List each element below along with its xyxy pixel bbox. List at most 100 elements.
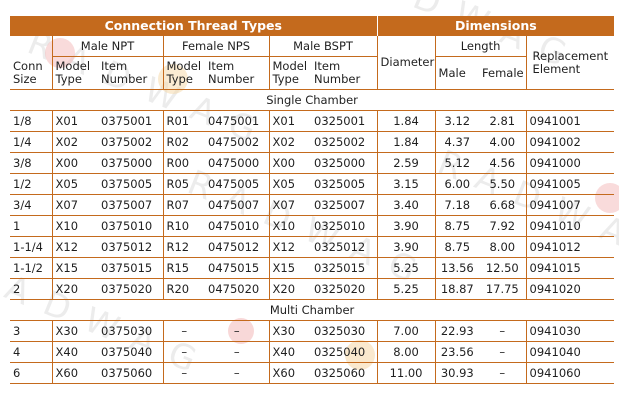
cell-male-npt-item-number: 0375015 [98, 257, 163, 279]
subheader-male-bspt: Male BSPT [268, 36, 378, 57]
cell-male-npt-item-number: 0375000 [98, 152, 163, 174]
cell-diameter: 1.84 [376, 110, 436, 132]
cell-male-bspt-model-type: X20 [268, 278, 311, 300]
cell-male-bspt-item-number: 0325060 [311, 362, 378, 384]
cell-male-npt-item-number: 0375001 [98, 110, 163, 132]
cell-replacement-element: 0941005 [525, 173, 615, 195]
cell-female-nps-model-type: R00 [162, 152, 205, 174]
cell-replacement-element: 0941001 [525, 110, 615, 132]
cell-male-bspt-model-type: X00 [268, 152, 311, 174]
cell-male-npt-model-type: X10 [51, 215, 98, 237]
table-row: 3/4 X07 0375007 R07 0475007 X07 0325007 3.40 7.1… [10, 194, 615, 216]
product-spec-table-container: Connection Thread Types Dimensions Male … [10, 16, 615, 384]
cell-length-female: 4.56 [479, 152, 527, 174]
cell-female-nps-model-type: – [162, 362, 205, 384]
column-male-bspt-item-number: Item Number [314, 59, 361, 86]
cell-replacement-element: 0941020 [525, 278, 615, 300]
cell-male-npt-item-number: 0375002 [98, 131, 163, 153]
table-row: 4 X40 0375040– – X40 0325040 8.00 23.56–0941040 [10, 341, 615, 363]
cell-replacement-element: 0941007 [525, 194, 615, 216]
table-row: 1-1/2 X15 0375015 R15 0475015 X15 0325015 5.25 1… [10, 257, 615, 279]
cell-length-male: 30.93 [434, 362, 480, 384]
cell-length-female: 6.68 [479, 194, 527, 216]
cell-length-male: 6.00 [434, 173, 480, 195]
cell-length-female: – [479, 341, 527, 363]
column-conn-size: Conn Size [13, 59, 43, 86]
cell-female-nps-model-type: R02 [162, 131, 205, 153]
column-length-male: Male [434, 56, 480, 90]
cell-diameter: 7.00 [376, 320, 436, 342]
cell-male-npt-item-number: 0375005 [98, 173, 163, 195]
cell-conn-size: 1/2 [10, 173, 52, 195]
cell-length-male: 23.56 [434, 341, 480, 363]
cell-male-npt-model-type: X00 [51, 152, 98, 174]
cell-male-npt-model-type: X15 [51, 257, 98, 279]
cell-female-nps-item-number: 0475001 [205, 110, 269, 132]
cell-replacement-element: 0941040 [525, 341, 615, 363]
cell-length-female: 17.75 [479, 278, 527, 300]
cell-male-bspt-model-type: X10 [268, 215, 311, 237]
table-row: 3/8 X00 0375000 R00 0475000 X00 0325000 2.59 5.1… [10, 152, 615, 174]
cell-female-nps-item-number: – [205, 341, 269, 363]
cell-male-npt-model-type: X40 [51, 341, 98, 363]
column-female-nps-model-type: Model Type [162, 56, 205, 90]
cell-female-nps-model-type: R01 [162, 110, 205, 132]
cell-female-nps-model-type: R07 [162, 194, 205, 216]
cell-replacement-element: 0941002 [525, 131, 615, 153]
cell-male-npt-model-type: X12 [51, 236, 98, 258]
cell-length-male: 8.75 [434, 236, 480, 258]
cell-male-npt-model-type: X02 [51, 131, 98, 153]
conn-size-spacer [10, 36, 52, 57]
table-row: 1/8 X01 0375001 R01 0475001 X01 0325001 1.84 3.1… [10, 110, 615, 132]
cell-male-npt-item-number: 0375010 [98, 215, 163, 237]
cell-length-male: 7.18 [434, 194, 480, 216]
subheader-male-npt: Male NPT [51, 36, 163, 57]
cell-conn-size: 4 [10, 341, 52, 363]
cell-length-male: 4.37 [434, 131, 480, 153]
cell-male-npt-model-type: X05 [51, 173, 98, 195]
cell-conn-size: 1-1/2 [10, 257, 52, 279]
cell-male-npt-item-number: 0375020 [98, 278, 163, 300]
cell-female-nps-model-type: R10 [162, 215, 205, 237]
column-male-npt-model-type: Model Type [51, 56, 98, 90]
cell-diameter: 3.15 [376, 173, 436, 195]
cell-male-npt-model-type: X30 [51, 320, 98, 342]
cell-male-bspt-model-type: X02 [268, 131, 311, 153]
column-length-female: Female [482, 65, 524, 80]
cell-male-bspt-item-number: 0325020 [311, 278, 378, 300]
cell-conn-size: 1 [10, 215, 52, 237]
cell-conn-size: 1-1/4 [10, 236, 52, 258]
cell-female-nps-item-number: 0475020 [205, 278, 269, 300]
column-replacement-element: Replacement Element [525, 36, 615, 90]
cell-conn-size: 3/4 [10, 194, 52, 216]
cell-replacement-element: 0941015 [525, 257, 615, 279]
cell-female-nps-item-number: – [205, 362, 269, 384]
cell-diameter: 5.25 [376, 257, 436, 279]
cell-replacement-element: 0941060 [525, 362, 615, 384]
cell-replacement-element: 0941000 [525, 152, 615, 174]
cell-male-bspt-item-number: 0325030 [311, 320, 378, 342]
cell-diameter: 1.84 [376, 131, 436, 153]
cell-male-npt-model-type: X60 [51, 362, 98, 384]
column-diameter: Diameter [376, 36, 436, 90]
cell-female-nps-model-type: – [162, 320, 205, 342]
connection-dimensions-table: Connection Thread Types Dimensions Male … [10, 16, 615, 384]
cell-conn-size: 1/4 [10, 131, 52, 153]
cell-diameter: 3.90 [376, 236, 436, 258]
cell-male-bspt-model-type: X15 [268, 257, 311, 279]
cell-female-nps-model-type: R20 [162, 278, 205, 300]
cell-length-male: 22.93 [434, 320, 480, 342]
cell-male-bspt-item-number: 0325010 [311, 215, 378, 237]
header-dimensions: Dimensions [376, 16, 615, 36]
cell-length-male: 13.56 [434, 257, 480, 279]
header-connection-thread-types: Connection Thread Types [10, 16, 378, 36]
cell-male-bspt-model-type: X30 [268, 320, 311, 342]
cell-male-bspt-item-number: 0325005 [311, 173, 378, 195]
cell-male-bspt-item-number: 0325040 [311, 341, 378, 363]
column-male-npt-item-number: Item Number [101, 59, 148, 86]
cell-female-nps-item-number: 0475005 [205, 173, 269, 195]
cell-female-nps-model-type: R12 [162, 236, 205, 258]
cell-female-nps-item-number: 0475007 [205, 194, 269, 216]
cell-male-npt-item-number: 0375060 [98, 362, 163, 384]
table-row: 1 X10 0375010 R10 0475010 X10 0325010 3.90 8.75 7… [10, 215, 615, 237]
